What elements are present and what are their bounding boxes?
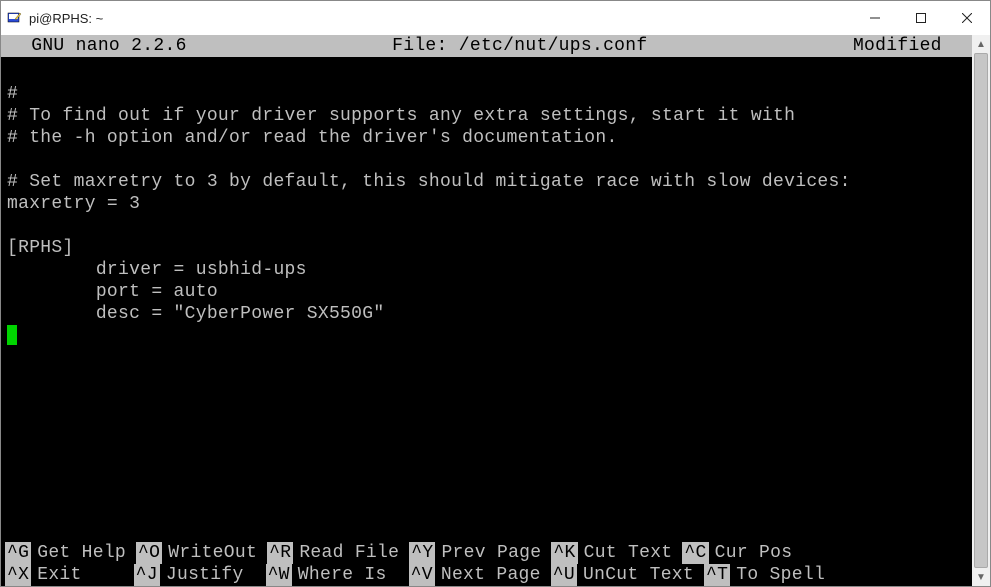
scroll-up-button[interactable]: ▲: [972, 35, 990, 53]
client-area: GNU nano 2.2.6 File: /etc/nut/ups.conf M…: [1, 35, 990, 586]
scroll-down-button[interactable]: ▼: [972, 568, 990, 586]
shortcut-cut-text[interactable]: ^KCut Text: [551, 542, 672, 564]
shortcut-prev-page[interactable]: ^YPrev Page: [409, 542, 541, 564]
nano-file-label: File: /etc/nut/ups.conf: [187, 35, 853, 57]
shortcut-justify[interactable]: ^JJustify: [134, 564, 244, 586]
titlebar[interactable]: pi@RPHS: ~: [1, 1, 990, 35]
close-button[interactable]: [944, 1, 990, 35]
window-title: pi@RPHS: ~: [29, 11, 103, 26]
shortcut-where-is[interactable]: ^WWhere Is: [266, 564, 387, 586]
shortcut-uncut-text[interactable]: ^UUnCut Text: [551, 564, 694, 586]
shortcut-get-help[interactable]: ^GGet Help: [5, 542, 126, 564]
editor-line: maxretry = 3: [7, 194, 140, 214]
window-root: pi@RPHS: ~ GNU nano 2.2.6 File: /etc/nut…: [0, 0, 991, 587]
minimize-button[interactable]: [852, 1, 898, 35]
shortcut-writeout[interactable]: ^OWriteOut: [136, 542, 257, 564]
editor-line: port = auto: [7, 282, 218, 302]
editor-content[interactable]: # # To find out if your driver supports …: [1, 57, 972, 349]
shortcuts-row-2: ^XExit ^JJustify ^WWhere Is ^VNext Page …: [1, 564, 972, 586]
shortcuts-row-1: ^GGet Help ^OWriteOut ^RRead File ^YPrev…: [1, 542, 972, 564]
scrollbar-track[interactable]: [972, 53, 990, 568]
editor-line: # To find out if your driver supports an…: [7, 106, 795, 126]
editor-line: # Set maxretry to 3 by default, this sho…: [7, 172, 851, 192]
editor-line: # the -h option and/or read the driver's…: [7, 128, 618, 148]
scrollbar-thumb[interactable]: [974, 53, 988, 568]
editor-line: driver = usbhid-ups: [7, 260, 307, 280]
editor-line: desc = "CyberPower SX550G": [7, 304, 384, 324]
maximize-button[interactable]: [898, 1, 944, 35]
editor-line: #: [7, 84, 18, 104]
nano-shortcuts: ^GGet Help ^OWriteOut ^RRead File ^YPrev…: [1, 542, 972, 586]
shortcut-to-spell[interactable]: ^TTo Spell: [704, 564, 825, 586]
nano-modified-status: Modified: [853, 35, 964, 57]
nano-app-name: GNU nano 2.2.6: [9, 35, 187, 57]
nano-status-bar: GNU nano 2.2.6 File: /etc/nut/ups.conf M…: [1, 35, 972, 57]
putty-icon: [7, 10, 23, 26]
editor-line: [RPHS]: [7, 238, 74, 258]
shortcut-cur-pos[interactable]: ^CCur Pos: [682, 542, 792, 564]
shortcut-read-file[interactable]: ^RRead File: [267, 542, 399, 564]
text-cursor: [7, 325, 17, 345]
shortcut-next-page[interactable]: ^VNext Page: [409, 564, 541, 586]
terminal[interactable]: GNU nano 2.2.6 File: /etc/nut/ups.conf M…: [1, 35, 972, 586]
vertical-scrollbar[interactable]: ▲ ▼: [972, 35, 990, 586]
shortcut-exit[interactable]: ^XExit: [5, 564, 82, 586]
